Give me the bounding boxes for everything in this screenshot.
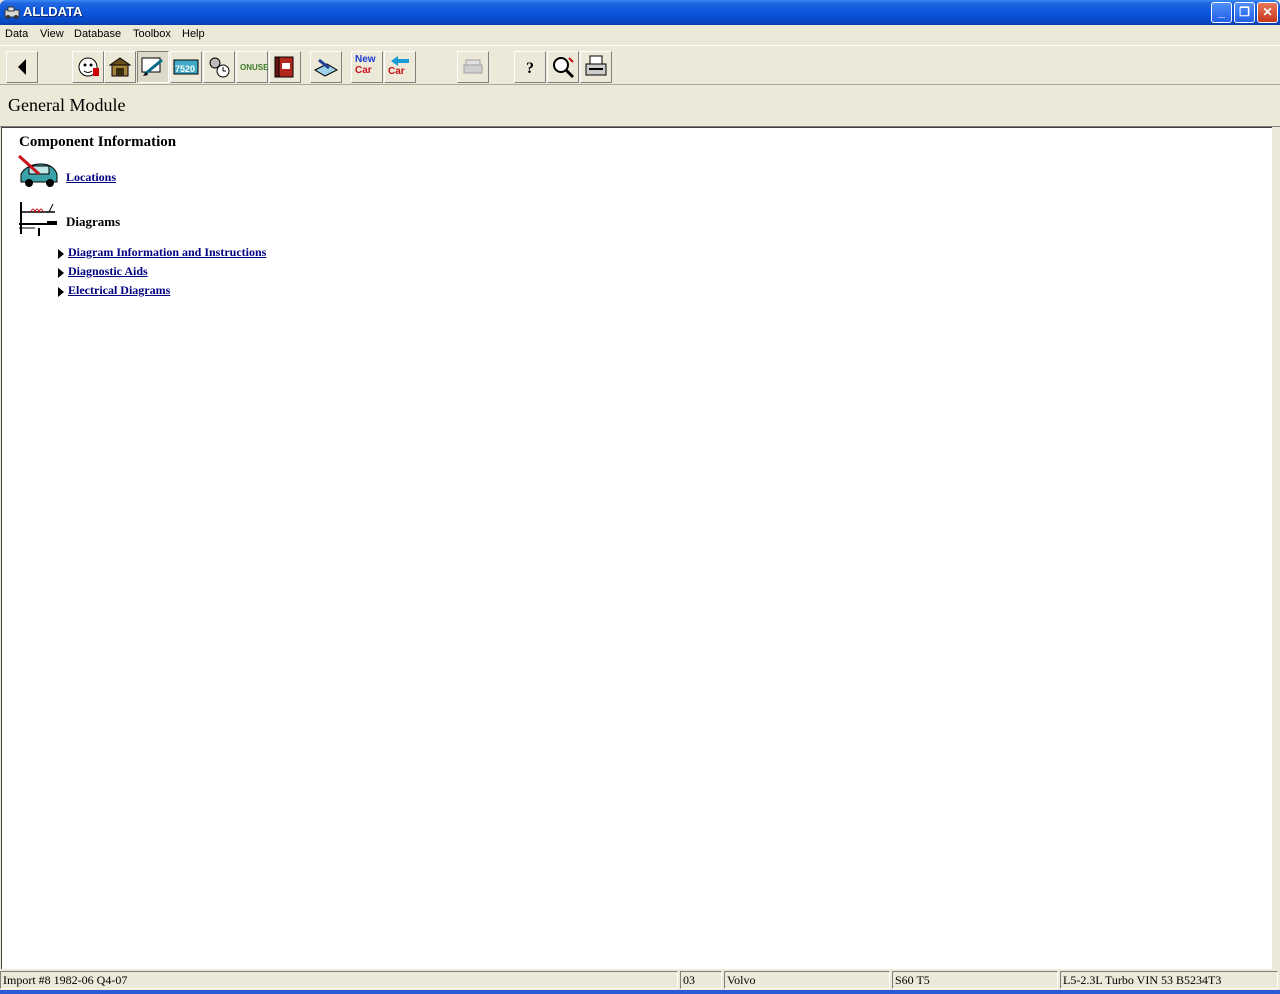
scroll-edge <box>1272 127 1280 969</box>
tools-button[interactable] <box>203 51 235 83</box>
print-button-disabled[interactable] <box>457 51 489 83</box>
counter-button[interactable]: 7520 <box>170 51 202 83</box>
technician-face-icon <box>78 57 99 77</box>
diagnostic-aids-link[interactable]: Diagnostic Aids <box>68 264 148 279</box>
search-button[interactable] <box>547 51 579 83</box>
section-title: Component Information <box>19 134 177 150</box>
back-arrow-icon <box>18 59 26 75</box>
technician-button[interactable] <box>72 51 104 83</box>
previous-car-label: Car <box>388 66 405 77</box>
status-database: Import #8 1982-06 Q4-07 <box>0 971 678 989</box>
status-model: S60 T5 <box>892 971 1058 989</box>
question-mark-icon: ? <box>526 60 534 77</box>
status-make: Volvo <box>724 971 890 989</box>
back-button[interactable] <box>6 51 38 83</box>
close-icon: ✕ <box>1262 5 1273 19</box>
status-year: 03 <box>680 971 722 989</box>
bullet-arrow-icon <box>58 287 64 297</box>
window-title: ALLDATA <box>23 4 83 19</box>
fax-button[interactable] <box>580 51 612 83</box>
status-engine: L5-2.3L Turbo VIN 53 B5234T3 <box>1060 971 1278 989</box>
alldata-app-icon[interactable] <box>4 5 20 20</box>
gears-clock-icon <box>209 57 230 78</box>
bullet-arrow-icon <box>58 249 64 259</box>
notepad-pencil-icon <box>313 58 339 77</box>
diagrams-schematic-icon <box>19 202 57 236</box>
fax-printer-icon <box>585 55 607 76</box>
book-button[interactable] <box>269 51 301 83</box>
bullet-arrow-icon <box>58 268 64 278</box>
menu-data[interactable]: Data <box>5 28 28 40</box>
close-button[interactable]: ✕ <box>1257 2 1278 23</box>
notes-button[interactable] <box>310 51 342 83</box>
module-header: General Module <box>0 85 1280 127</box>
toolbar: 7520 ONUSE New Car Car ? <box>0 45 1280 85</box>
diagrams-label: Diagrams <box>66 214 121 229</box>
minimize-button[interactable]: _ <box>1211 2 1232 23</box>
diagram-info-link[interactable]: Diagram Information and Instructions <box>68 245 266 260</box>
menu-database[interactable]: Database <box>74 28 121 40</box>
locations-car-icon[interactable] <box>17 154 59 190</box>
title-bar[interactable]: ALLDATA _ ❐ ✕ <box>0 0 1280 25</box>
menu-help[interactable]: Help <box>182 28 205 40</box>
menu-view[interactable]: View <box>40 28 64 40</box>
electrical-diagrams-link[interactable]: Electrical Diagrams <box>68 283 170 298</box>
menu-bar: Data View Database Toolbox Help <box>0 25 1280 45</box>
page-title: General Module <box>8 95 126 115</box>
help-button[interactable]: ? <box>514 51 546 83</box>
new-car-label-top: New <box>355 54 376 65</box>
counter-label: 7520 <box>175 64 196 74</box>
home-button[interactable] <box>104 51 136 83</box>
restore-button[interactable]: ❐ <box>1234 2 1255 23</box>
garage-icon <box>108 57 132 77</box>
menu-toolbox[interactable]: Toolbox <box>133 28 171 40</box>
restore-icon: ❐ <box>1239 5 1250 19</box>
minimize-icon: _ <box>1218 5 1225 19</box>
previous-car-button[interactable]: Car <box>384 51 416 83</box>
onuse-label: ONUSE <box>240 63 269 72</box>
magnifier-icon <box>553 57 575 79</box>
locations-link[interactable]: Locations <box>66 170 116 185</box>
window-bottom-border <box>0 990 1280 994</box>
general-module-button[interactable] <box>137 51 169 83</box>
new-car-label-bottom: Car <box>355 65 372 76</box>
printer-disabled-icon <box>463 59 483 74</box>
svg-text:?: ? <box>526 60 534 77</box>
onuse-button[interactable]: ONUSE <box>236 51 268 83</box>
book-icon <box>274 56 294 78</box>
content-pane: Component Information Locations Diagrams… <box>1 127 1272 969</box>
new-car-button[interactable]: New Car <box>351 51 383 83</box>
module-pencil-icon <box>141 57 163 76</box>
